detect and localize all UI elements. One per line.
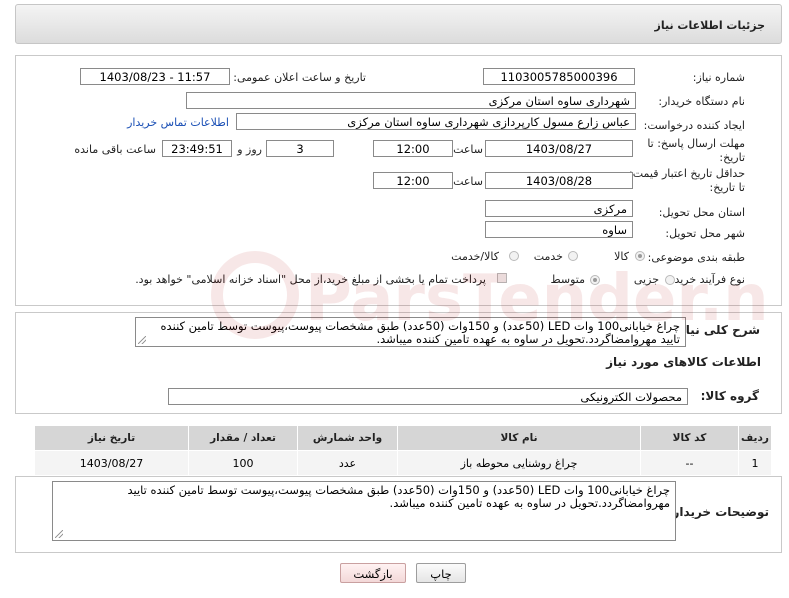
goods-group-label: گروه کالا: bbox=[700, 389, 759, 403]
table-row[interactable]: 1 -- چراغ روشنایی محوطه باز عدد 100 1403… bbox=[34, 450, 772, 476]
treasury-payment-note: پرداخت تمام یا بخشی از مبلغ خرید،از محل … bbox=[135, 273, 486, 286]
price-time-field[interactable]: 12:00 bbox=[373, 172, 453, 189]
description-label: شرح کلی نیاز: bbox=[674, 323, 760, 337]
col-row: ردیف bbox=[738, 425, 772, 451]
buyer-contact-link[interactable]: اطلاعات تماس خریدار bbox=[127, 116, 229, 129]
category-option-goods-service: کالا/خدمت bbox=[451, 250, 499, 263]
cell-code: -- bbox=[640, 450, 739, 476]
remaining-time-field[interactable]: 23:49:51 bbox=[162, 140, 232, 157]
category-option-goods: کالا bbox=[614, 250, 629, 263]
process-option-minor: جزیی bbox=[633, 273, 659, 286]
category-option-service: خدمت bbox=[533, 250, 563, 263]
back-button[interactable]: بازگشت bbox=[340, 563, 406, 583]
price-time-label: ساعت bbox=[453, 175, 483, 188]
buyer-notes-text: چراغ خیابانی100 وات LED (50عدد) و 150وات… bbox=[127, 483, 670, 510]
category-radio-goods-service[interactable] bbox=[509, 251, 519, 261]
resize-handle[interactable] bbox=[55, 530, 63, 538]
goods-table-header: ردیف کد کالا نام کالا واحد شمارش تعداد /… bbox=[34, 425, 772, 451]
creator-label: ایجاد کننده درخواست: bbox=[643, 119, 745, 132]
cell-unit: عدد bbox=[297, 450, 398, 476]
cell-date: 1403/08/27 bbox=[34, 450, 189, 476]
need-number-field[interactable]: 1103005785000396 bbox=[483, 68, 635, 85]
page-header: جزئیات اطلاعات نیاز bbox=[15, 4, 782, 44]
price-validity-label: حداقل تاریخ اعتبار قیمت: تا تاریخ: bbox=[629, 167, 745, 194]
buyer-org-label: نام دستگاه خریدار: bbox=[658, 95, 745, 108]
col-unit: واحد شمارش bbox=[297, 425, 398, 451]
description-text: چراغ خیابانی100 وات LED (50عدد) و 150وات… bbox=[160, 319, 680, 346]
col-name: نام کالا bbox=[397, 425, 641, 451]
process-radio-medium[interactable] bbox=[590, 275, 600, 285]
category-radio-goods[interactable] bbox=[635, 251, 645, 261]
reply-date-field[interactable]: 1403/08/27 bbox=[485, 140, 633, 157]
price-date-field[interactable]: 1403/08/28 bbox=[485, 172, 633, 189]
col-qty: تعداد / مقدار bbox=[188, 425, 298, 451]
description-textarea[interactable]: چراغ خیابانی100 وات LED (50عدد) و 150وات… bbox=[135, 317, 686, 347]
print-button[interactable]: چاپ bbox=[416, 563, 466, 583]
treasury-payment-checkbox[interactable] bbox=[497, 273, 507, 283]
process-radio-minor[interactable] bbox=[665, 275, 675, 285]
city-label: شهر محل تحویل: bbox=[665, 227, 745, 240]
buyer-org-field[interactable]: شهرداری ساوه استان مرکزی bbox=[186, 92, 636, 109]
creator-field[interactable]: عباس زارع مسول کارپردازی شهرداری ساوه اس… bbox=[236, 113, 636, 130]
category-radio-service[interactable] bbox=[568, 251, 578, 261]
days-field[interactable]: 3 bbox=[266, 140, 334, 157]
province-label: استان محل تحویل: bbox=[658, 206, 745, 219]
province-field[interactable]: مرکزی bbox=[485, 200, 633, 217]
page-title: جزئیات اطلاعات نیاز bbox=[654, 19, 766, 32]
reply-deadline-label: مهلت ارسال پاسخ: تا تاریخ: bbox=[647, 137, 745, 164]
buyer-notes-label: توضیحات خریدار: bbox=[667, 505, 769, 519]
col-date: تاریخ نیاز bbox=[34, 425, 189, 451]
buyer-notes-textarea[interactable]: چراغ خیابانی100 وات LED (50عدد) و 150وات… bbox=[52, 481, 676, 541]
col-code: کد کالا bbox=[640, 425, 739, 451]
announce-date-label: تاریخ و ساعت اعلان عمومی: bbox=[233, 71, 366, 84]
process-option-medium: متوسط bbox=[550, 273, 585, 286]
cell-name: چراغ روشنایی محوطه باز bbox=[397, 450, 641, 476]
reply-time-field[interactable]: 12:00 bbox=[373, 140, 453, 157]
need-number-label: شماره نیاز: bbox=[692, 71, 745, 84]
reply-time-label: ساعت bbox=[453, 143, 483, 156]
category-label: طبقه بندی موضوعی: bbox=[647, 251, 745, 264]
city-field[interactable]: ساوه bbox=[485, 221, 633, 238]
remaining-time-label: ساعت باقی مانده bbox=[74, 143, 156, 156]
goods-table: ردیف کد کالا نام کالا واحد شمارش تعداد /… bbox=[34, 425, 772, 476]
days-and-label: روز و bbox=[237, 143, 262, 156]
goods-group-field[interactable]: محصولات الکترونیکی bbox=[168, 388, 688, 405]
cell-qty: 100 bbox=[188, 450, 298, 476]
announce-date-field[interactable]: 1403/08/23 - 11:57 bbox=[80, 68, 230, 85]
cell-row: 1 bbox=[738, 450, 772, 476]
goods-section-title: اطلاعات کالاهای مورد نیاز bbox=[606, 355, 761, 369]
process-label: نوع فرآیند خرید : bbox=[667, 273, 745, 286]
resize-handle[interactable] bbox=[138, 336, 146, 344]
